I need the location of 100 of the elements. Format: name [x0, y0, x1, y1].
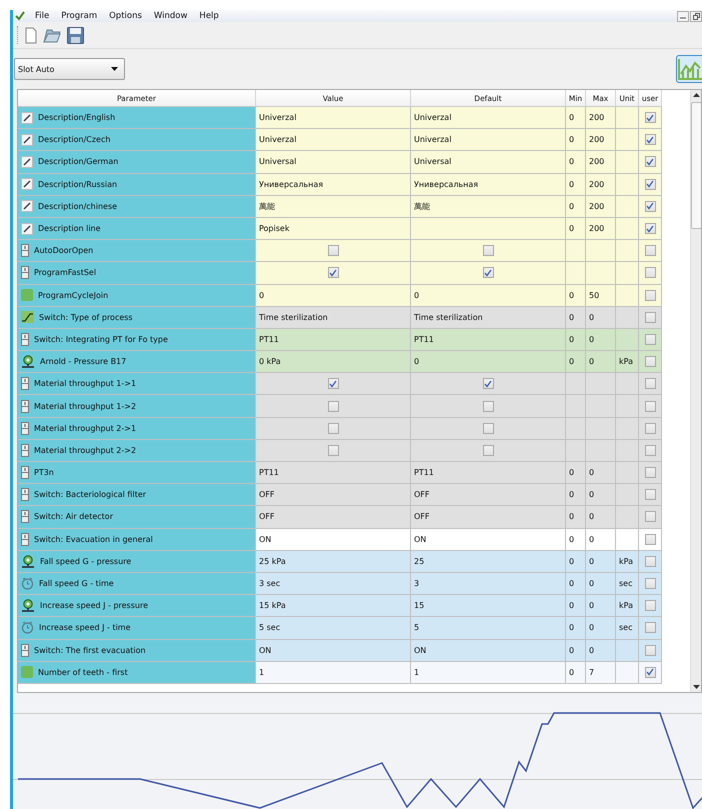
scroll-down-icon[interactable] — [692, 685, 700, 689]
switch-icon — [21, 444, 29, 457]
gauge-icon — [21, 355, 35, 368]
checkbox[interactable] — [328, 400, 338, 412]
checkbox[interactable] — [644, 422, 656, 434]
table-cell: 0 — [566, 528, 586, 551]
scroll-up-icon[interactable] — [692, 93, 700, 97]
parameter-name: Increase speed J - time — [39, 623, 131, 632]
checkbox[interactable] — [644, 489, 656, 500]
parameter-name: Material throughput 1->1 — [34, 379, 136, 388]
checkbox[interactable] — [328, 378, 338, 390]
table-cell: Universal — [411, 151, 566, 174]
switch-icon — [21, 377, 29, 390]
restore-button[interactable] — [690, 10, 702, 22]
menu-item[interactable]: Program — [61, 11, 98, 21]
checkbox[interactable] — [644, 200, 656, 212]
checkbox[interactable] — [644, 290, 656, 301]
pencil-icon — [21, 156, 33, 168]
checkbox[interactable] — [644, 267, 656, 278]
pencil-icon — [21, 134, 33, 146]
parameter-name: Fall speed G - pressure — [40, 556, 132, 566]
checkbox[interactable] — [644, 644, 656, 656]
folder-icon[interactable] — [43, 26, 61, 44]
table-cell: 0 — [566, 595, 586, 618]
checkbox[interactable] — [644, 444, 656, 456]
slot-dropdown[interactable]: Slot Auto — [14, 58, 125, 80]
chart-button[interactable] — [676, 55, 702, 83]
table-cell: 0 — [586, 306, 616, 329]
save-icon[interactable] — [67, 26, 84, 44]
table-cell: 0 — [411, 351, 566, 374]
table-cell: OFF — [411, 484, 566, 506]
checkbox[interactable] — [644, 511, 656, 522]
table-cell: 0 — [566, 572, 586, 596]
block-icon — [21, 289, 33, 302]
table-cell: Time sterilization — [411, 306, 566, 329]
table-cell — [586, 418, 616, 440]
table-cell: 0 — [566, 351, 586, 374]
table-cell: Univerzal — [256, 129, 411, 152]
table-cell: Time sterilization — [256, 306, 411, 329]
checkbox[interactable] — [328, 422, 338, 434]
table-cell: kPa — [616, 595, 639, 618]
table-cell: Univerzal — [256, 107, 411, 130]
checkbox[interactable] — [328, 245, 338, 256]
table-cell: 0 — [566, 640, 586, 662]
table-cell — [586, 262, 616, 284]
checkbox[interactable] — [644, 134, 656, 146]
pencil-icon — [21, 200, 33, 212]
checkbox[interactable] — [644, 312, 656, 323]
menu-item[interactable]: Options — [109, 11, 142, 21]
checkbox[interactable] — [644, 556, 656, 567]
caret-icon — [111, 67, 118, 71]
table-cell: 0 — [586, 484, 616, 506]
checkbox[interactable] — [644, 245, 656, 256]
checkbox[interactable] — [644, 112, 656, 124]
pencil-icon — [21, 178, 33, 190]
table-cell: 0 — [566, 484, 586, 506]
checkbox[interactable] — [644, 622, 656, 634]
table-cell: PT11 — [256, 328, 411, 352]
table-cell: OFF — [256, 506, 411, 529]
checkbox[interactable] — [482, 400, 494, 412]
menu-item[interactable]: Window — [154, 11, 188, 21]
checkbox[interactable] — [644, 666, 656, 678]
parameter-name: Switch: Type of process — [39, 312, 133, 322]
table-cell: 0 — [566, 306, 586, 329]
checkbox[interactable] — [644, 334, 656, 345]
table-cell: 3 sec — [256, 572, 411, 596]
checkbox[interactable] — [482, 444, 494, 456]
checkbox[interactable] — [644, 578, 656, 590]
checkbox[interactable] — [482, 422, 494, 434]
checkbox[interactable] — [644, 156, 656, 168]
checkbox[interactable] — [328, 444, 338, 456]
checkmark-icon — [15, 11, 25, 21]
checkbox[interactable] — [482, 378, 494, 390]
pencil-icon — [21, 222, 33, 235]
checkbox[interactable] — [482, 267, 494, 278]
checkbox[interactable] — [328, 267, 338, 278]
new-document-icon[interactable] — [25, 26, 37, 44]
checkbox[interactable] — [644, 178, 656, 190]
menu-item[interactable]: Help — [199, 11, 219, 21]
table-cell: 1 — [411, 662, 566, 684]
checkbox[interactable] — [644, 534, 656, 545]
checkbox[interactable] — [644, 356, 656, 368]
checkbox[interactable] — [644, 400, 656, 412]
table-cell: PT11 — [411, 462, 566, 484]
table-cell: 0 — [586, 351, 616, 374]
scrollbar[interactable] — [690, 90, 701, 692]
menu-item[interactable]: File — [35, 11, 50, 21]
checkbox[interactable] — [482, 245, 494, 256]
switch-icon — [21, 422, 29, 435]
table-cell: 0 — [566, 196, 586, 218]
checkbox[interactable] — [644, 467, 656, 478]
scrollbar-thumb[interactable] — [690, 102, 701, 229]
switch-icon — [21, 400, 29, 413]
minimize-button[interactable] — [677, 10, 689, 22]
table-cell: 25 — [411, 550, 566, 573]
table-cell: 200 — [586, 129, 616, 152]
checkbox[interactable] — [644, 378, 656, 390]
checkbox[interactable] — [644, 223, 656, 234]
checkbox[interactable] — [644, 600, 656, 612]
table-cell: 0 — [566, 174, 586, 196]
